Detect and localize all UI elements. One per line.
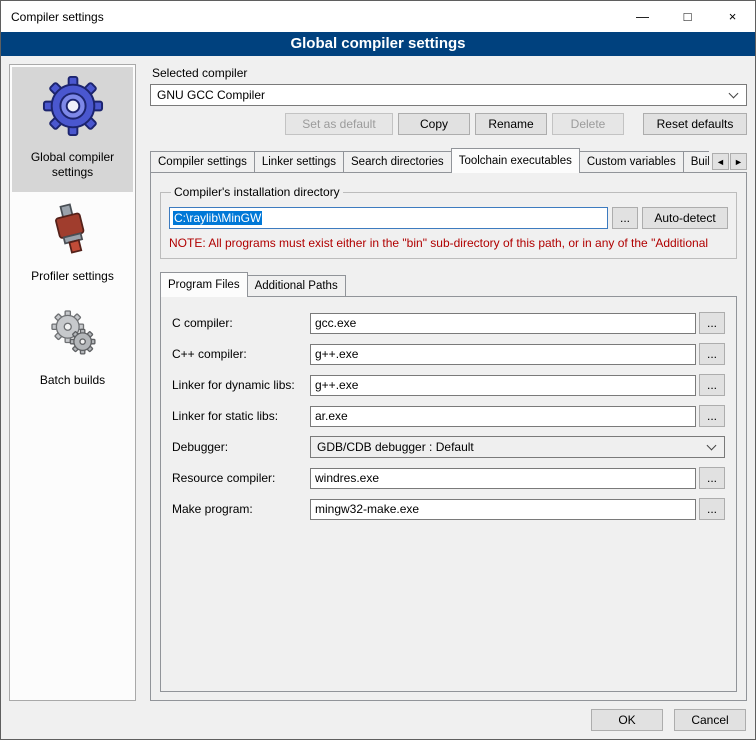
c-compiler-browse-button[interactable]: ... [699, 312, 725, 334]
subtab-additional-paths[interactable]: Additional Paths [247, 275, 346, 297]
debugger-row: Debugger: GDB/CDB debugger : Default [172, 436, 725, 458]
rename-button[interactable]: Rename [475, 113, 547, 135]
tab-scroll-controls: ◄ ► [711, 153, 747, 170]
compiler-buttons-row: Set as default Copy Rename Delete Reset … [150, 113, 747, 135]
make-program-label: Make program: [172, 502, 310, 516]
make-program-browse-button[interactable]: ... [699, 498, 725, 520]
profiler-icon [45, 200, 101, 259]
tab-scroll-right-button[interactable]: ► [730, 153, 747, 170]
banner-title: Global compiler settings [1, 32, 755, 56]
resource-compiler-input[interactable]: windres.exe [310, 468, 696, 489]
make-program-row: Make program: mingw32-make.exe ... [172, 498, 725, 520]
sidebar-item-label: Batch builds [40, 373, 105, 388]
program-files-panel: C compiler: gcc.exe ... C++ compiler: g+… [160, 296, 737, 692]
static-linker-browse-button[interactable]: ... [699, 405, 725, 427]
cpp-compiler-value: g++.exe [315, 347, 358, 361]
sidebar-item-profiler-settings[interactable]: Profiler settings [12, 192, 133, 296]
cpp-compiler-label: C++ compiler: [172, 347, 310, 361]
make-program-value: mingw32-make.exe [315, 502, 419, 516]
selected-compiler-label: Selected compiler [152, 66, 747, 80]
tab-compiler-settings[interactable]: Compiler settings [150, 151, 255, 173]
compiler-select-value: GNU GCC Compiler [157, 88, 724, 102]
set-as-default-button[interactable]: Set as default [285, 113, 393, 135]
maximize-button[interactable]: □ [665, 1, 710, 32]
resource-compiler-row: Resource compiler: windres.exe ... [172, 467, 725, 489]
autodetect-button[interactable]: Auto-detect [642, 207, 728, 229]
installation-directory-group: Compiler's installation directory C:\ray… [160, 185, 737, 259]
tabstrip: Compiler settings Linker settings Search… [150, 148, 709, 173]
installation-directory-group-title: Compiler's installation directory [171, 185, 343, 199]
dynamic-linker-input[interactable]: g++.exe [310, 375, 696, 396]
dynamic-linker-label: Linker for dynamic libs: [172, 378, 310, 392]
sidebar-item-batch-builds[interactable]: Batch builds [12, 296, 133, 400]
dialog-body: Global compiler settings Profiler settin… [1, 56, 755, 701]
blue-gear-icon [42, 75, 104, 140]
static-linker-label: Linker for static libs: [172, 409, 310, 423]
main-panel: Selected compiler GNU GCC Compiler Set a… [146, 64, 747, 701]
tab-linker-settings[interactable]: Linker settings [254, 151, 344, 173]
settings-tabbar: Compiler settings Linker settings Search… [150, 148, 747, 173]
installation-directory-input[interactable]: C:\raylib\MinGW [169, 207, 608, 229]
note-text: NOTE: All programs must exist either in … [169, 236, 728, 250]
cpp-compiler-row: C++ compiler: g++.exe ... [172, 343, 725, 365]
cancel-button[interactable]: Cancel [674, 709, 746, 731]
c-compiler-label: C compiler: [172, 316, 310, 330]
chevron-down-icon [707, 440, 717, 450]
make-program-input[interactable]: mingw32-make.exe [310, 499, 696, 520]
window-title: Compiler settings [11, 10, 620, 24]
debugger-label: Debugger: [172, 440, 310, 454]
cpp-compiler-browse-button[interactable]: ... [699, 343, 725, 365]
c-compiler-input[interactable]: gcc.exe [310, 313, 696, 334]
sidebar: Global compiler settings Profiler settin… [9, 64, 136, 701]
dialog-footer: OK Cancel [1, 701, 755, 739]
c-compiler-row: C compiler: gcc.exe ... [172, 312, 725, 334]
sidebar-item-label: Global compiler settings [14, 150, 131, 180]
batch-builds-icon [45, 304, 101, 363]
dynamic-linker-row: Linker for dynamic libs: g++.exe ... [172, 374, 725, 396]
static-linker-input[interactable]: ar.exe [310, 406, 696, 427]
window-controls: — □ × [620, 1, 755, 32]
ok-button[interactable]: OK [591, 709, 663, 731]
tab-toolchain-executables[interactable]: Toolchain executables [451, 148, 580, 173]
resource-compiler-value: windres.exe [315, 471, 379, 485]
minimize-button[interactable]: — [620, 1, 665, 32]
static-linker-value: ar.exe [315, 409, 348, 423]
installation-directory-value: C:\raylib\MinGW [173, 211, 262, 225]
toolchain-executables-panel: Compiler's installation directory C:\ray… [150, 172, 747, 701]
sidebar-item-global-compiler-settings[interactable]: Global compiler settings [12, 67, 133, 192]
dynamic-linker-browse-button[interactable]: ... [699, 374, 725, 396]
subtab-program-files[interactable]: Program Files [160, 272, 248, 297]
close-button[interactable]: × [710, 1, 755, 32]
titlebar: Compiler settings — □ × [1, 1, 755, 32]
tab-custom-variables[interactable]: Custom variables [579, 151, 684, 173]
tab-build-options-truncated[interactable]: Buil [683, 151, 709, 173]
resource-compiler-label: Resource compiler: [172, 471, 310, 485]
reset-defaults-button[interactable]: Reset defaults [643, 113, 747, 135]
program-files-tabbar: Program Files Additional Paths [160, 272, 737, 297]
compiler-select[interactable]: GNU GCC Compiler [150, 84, 747, 106]
chevron-down-icon [729, 88, 739, 98]
dynamic-linker-value: g++.exe [315, 378, 358, 392]
debugger-select-value: GDB/CDB debugger : Default [317, 440, 702, 454]
copy-button[interactable]: Copy [398, 113, 470, 135]
installation-directory-browse-button[interactable]: ... [612, 207, 638, 229]
installation-directory-row: C:\raylib\MinGW ... Auto-detect [169, 207, 728, 229]
static-linker-row: Linker for static libs: ar.exe ... [172, 405, 725, 427]
c-compiler-value: gcc.exe [315, 316, 356, 330]
debugger-select[interactable]: GDB/CDB debugger : Default [310, 436, 725, 458]
tab-search-directories[interactable]: Search directories [343, 151, 452, 173]
delete-button[interactable]: Delete [552, 113, 624, 135]
tab-scroll-left-button[interactable]: ◄ [712, 153, 729, 170]
cpp-compiler-input[interactable]: g++.exe [310, 344, 696, 365]
sidebar-item-label: Profiler settings [31, 269, 114, 284]
resource-compiler-browse-button[interactable]: ... [699, 467, 725, 489]
